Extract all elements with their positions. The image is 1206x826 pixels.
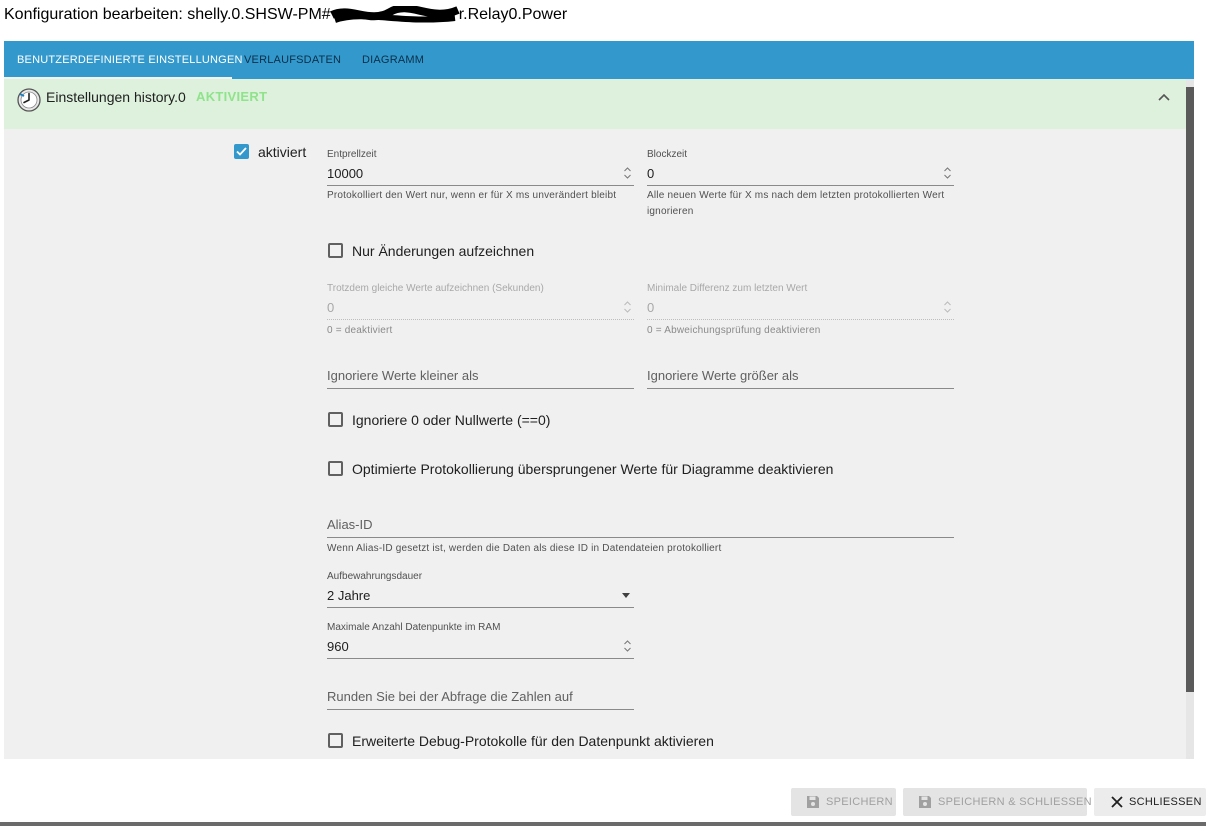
disable-skipped-checkbox[interactable] (328, 461, 343, 476)
tab-bar: BENUTZERDEFINIERTE EINSTELLUNGEN VERLAUF… (4, 41, 1194, 79)
dialog-title: Konfiguration bearbeiten: shelly.0.SHSW-… (4, 6, 567, 24)
number-spinner-icon[interactable] (623, 166, 632, 180)
close-button[interactable]: SCHLIESSEN (1094, 788, 1206, 816)
dialog-title-prefix: Konfiguration bearbeiten: shelly.0.SHSW-… (4, 6, 331, 24)
tab-custom-settings[interactable]: BENUTZERDEFINIERTE EINSTELLUNGEN (4, 41, 242, 79)
blocktime-field[interactable]: 0 (647, 160, 954, 186)
min-diff-label: Minimale Differenz zum letzten Wert (647, 283, 808, 294)
dialog-title-suffix: r.Relay0.Power (458, 6, 568, 24)
enabled-label: aktiviert (258, 144, 307, 160)
round-field[interactable]: Runden Sie bei der Abfrage die Zahlen au… (327, 684, 634, 710)
alias-id-helper: Wenn Alias-ID gesetzt ist, werden die Da… (327, 543, 722, 554)
min-diff-helper: 0 = Abweichungsprüfung deaktivieren (647, 325, 821, 336)
debounce-value: 10000 (327, 166, 364, 181)
close-icon (1111, 796, 1123, 808)
save-close-button[interactable]: SPEICHERN & SCHLIESSEN (903, 788, 1092, 816)
background-page-edge (0, 822, 1206, 826)
debounce-field[interactable]: 10000 (327, 160, 634, 186)
ignore-below-field[interactable]: Ignoriere Werte kleiner als (327, 363, 634, 389)
debounce-label: Entprellzeit (327, 149, 377, 160)
number-spinner-icon (624, 301, 631, 313)
save-button-label: SPEICHERN (826, 796, 893, 808)
round-placeholder: Runden Sie bei der Abfrage die Zahlen au… (327, 689, 573, 704)
accordion-title: Einstellungen history.0 (46, 89, 186, 105)
save-close-button-label: SPEICHERN & SCHLIESSEN (938, 796, 1092, 808)
accordion-header-history[interactable]: Einstellungen history.0 AKTIVIERT (4, 79, 1186, 129)
disable-skipped-label: Optimierte Protokollierung übersprungene… (352, 461, 834, 477)
retention-label: Aufbewahrungsdauer (327, 571, 423, 582)
change-interval-label: Trotzdem gleiche Werte aufzeichnen (Seku… (327, 283, 544, 294)
retention-select[interactable]: 2 Jahre (327, 582, 634, 608)
close-button-label: SCHLIESSEN (1129, 796, 1202, 808)
enabled-checkbox[interactable] (234, 144, 249, 159)
debug-checkbox[interactable] (328, 733, 343, 748)
scrollbar-thumb[interactable] (1186, 87, 1194, 692)
ignore-zero-checkbox[interactable] (328, 412, 343, 427)
change-interval-helper: 0 = deaktiviert (327, 325, 393, 336)
redaction-mark (329, 6, 460, 23)
max-ram-field[interactable]: 960 (327, 633, 634, 659)
history-clock-icon (17, 88, 41, 112)
save-icon (919, 796, 931, 808)
max-ram-label: Maximale Anzahl Datenpunkte im RAM (327, 622, 501, 633)
blocktime-value: 0 (647, 166, 655, 181)
settings-panel: Einstellungen history.0 AKTIVIERT aktivi… (4, 79, 1186, 759)
changes-only-checkbox[interactable] (328, 243, 343, 258)
min-diff-field: 0 (647, 294, 954, 320)
ignore-zero-label: Ignoriere 0 oder Nullwerte (==0) (352, 412, 551, 428)
scrollbar[interactable] (1186, 79, 1194, 759)
ignore-above-placeholder: Ignoriere Werte größer als (647, 368, 799, 383)
chevron-up-icon[interactable] (1157, 92, 1171, 102)
number-spinner-icon[interactable] (943, 166, 952, 180)
tab-history-data[interactable]: VERLAUFSDATEN (244, 41, 341, 79)
min-diff-value: 0 (647, 300, 655, 315)
status-badge: AKTIVIERT (196, 89, 268, 104)
alias-id-field[interactable]: Alias-ID (327, 512, 954, 538)
debug-label: Erweiterte Debug-Protokolle für den Date… (352, 733, 714, 749)
ignore-below-placeholder: Ignoriere Werte kleiner als (327, 368, 479, 383)
number-spinner-icon[interactable] (623, 639, 632, 653)
check-icon (236, 147, 247, 156)
blocktime-helper: Alle neuen Werte für X ms nach dem letzt… (647, 190, 945, 217)
save-icon (807, 796, 819, 808)
alias-id-placeholder: Alias-ID (327, 517, 373, 532)
changes-only-label: Nur Änderungen aufzeichnen (352, 243, 535, 259)
retention-value: 2 Jahre (327, 588, 371, 603)
number-spinner-icon (944, 301, 951, 313)
max-ram-value: 960 (327, 639, 349, 654)
ignore-above-field[interactable]: Ignoriere Werte größer als (647, 363, 954, 389)
change-interval-field: 0 (327, 294, 634, 320)
tab-chart[interactable]: DIAGRAMM (362, 41, 424, 79)
dropdown-arrow-icon[interactable] (622, 593, 630, 598)
change-interval-value: 0 (327, 300, 335, 315)
save-button[interactable]: SPEICHERN (791, 788, 896, 816)
debounce-helper: Protokolliert den Wert nur, wenn er für … (327, 190, 617, 201)
blocktime-label: Blockzeit (647, 149, 688, 160)
